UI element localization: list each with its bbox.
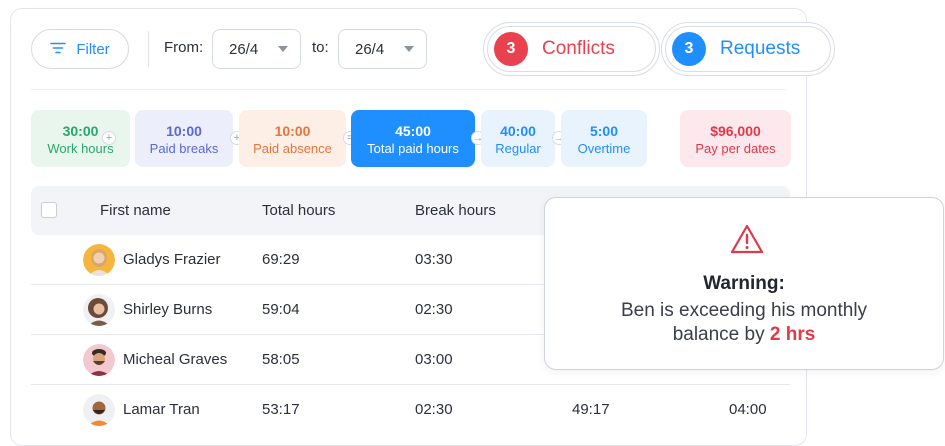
stat-label: Total paid hours bbox=[367, 140, 459, 156]
employee-name: Micheal Graves bbox=[123, 351, 228, 368]
stat-pay-per-dates: $96,000 Pay per dates bbox=[680, 110, 791, 167]
column-header-break-hours[interactable]: Break hours bbox=[415, 202, 496, 219]
warning-title: Warning: bbox=[703, 273, 785, 294]
stat-label: Overtime bbox=[577, 140, 631, 156]
filter-label: Filter bbox=[76, 40, 110, 58]
conflicts-label: Conflicts bbox=[542, 38, 615, 59]
table-row[interactable]: Lamar Tran 53:17 02:30 49:17 04:00 bbox=[31, 385, 790, 435]
stat-label: Paid absence bbox=[253, 140, 332, 156]
select-all-checkbox[interactable] bbox=[41, 202, 57, 218]
avatar bbox=[83, 244, 115, 276]
conflicts-count: 3 bbox=[494, 32, 528, 66]
plus-operator: + bbox=[102, 131, 116, 145]
break-hours: 02:30 bbox=[415, 301, 453, 318]
requests-label: Requests bbox=[720, 38, 801, 59]
stat-label: Pay per dates bbox=[695, 140, 776, 156]
conflicts-button[interactable]: 3 Conflicts bbox=[487, 26, 656, 72]
stat-paid-absence: 10:00 Paid absence bbox=[239, 110, 346, 167]
requests-button[interactable]: 3 Requests bbox=[665, 26, 831, 72]
chevron-down-icon bbox=[278, 46, 288, 52]
warning-message-line1: Ben is exceeding his monthly bbox=[620, 300, 868, 321]
stat-value: 5:00 bbox=[589, 122, 619, 139]
chevron-down-icon bbox=[404, 46, 414, 52]
employee-name: Lamar Tran bbox=[123, 401, 200, 418]
from-label: From: bbox=[164, 39, 204, 56]
warning-message-prefix: balance by bbox=[672, 324, 765, 345]
filter-button[interactable]: Filter bbox=[31, 29, 129, 69]
total-hours: 69:29 bbox=[262, 251, 300, 268]
break-hours: 02:30 bbox=[415, 401, 453, 418]
avatar bbox=[83, 294, 115, 326]
to-date-value: 26/4 bbox=[355, 40, 385, 58]
stat-label: Regular bbox=[495, 140, 541, 156]
stat-overtime: 5:00 Overtime bbox=[561, 110, 647, 167]
avatar bbox=[83, 344, 115, 376]
break-hours: 03:00 bbox=[415, 351, 453, 368]
total-hours: 58:05 bbox=[262, 351, 300, 368]
stat-value: 10:00 bbox=[166, 122, 202, 139]
total-hours: 59:04 bbox=[262, 301, 300, 318]
employee-name: Gladys Frazier bbox=[123, 251, 221, 268]
stat-value: 40:00 bbox=[500, 122, 536, 139]
filter-icon bbox=[50, 41, 67, 58]
from-date-select[interactable]: 26/4 bbox=[212, 29, 301, 69]
warning-message-line2: balance by 2 hrs bbox=[545, 323, 943, 347]
stat-value: 10:00 bbox=[274, 122, 311, 139]
stat-paid-breaks: 10:00 Paid breaks bbox=[135, 110, 233, 167]
stat-value: 30:00 bbox=[62, 122, 99, 139]
toolbar: Filter From: 26/4 to: 26/4 3 Conflicts 3… bbox=[11, 9, 835, 89]
from-date-value: 26/4 bbox=[229, 40, 259, 58]
avatar bbox=[83, 394, 115, 426]
requests-pill: 3 Requests bbox=[661, 22, 835, 76]
to-date-select[interactable]: 26/4 bbox=[338, 29, 427, 69]
stat-value: 45:00 bbox=[395, 122, 431, 139]
requests-count: 3 bbox=[672, 32, 706, 66]
divider bbox=[148, 31, 149, 67]
warning-message: Ben is exceeding his monthly balance by … bbox=[545, 299, 943, 347]
stat-label: Paid breaks bbox=[149, 140, 219, 156]
overtime-hours: 04:00 bbox=[729, 401, 767, 418]
warning-triangle-icon bbox=[730, 224, 764, 259]
warning-popover: Warning: Ben is exceeding his monthly ba… bbox=[544, 197, 944, 370]
regular-hours: 49:17 bbox=[572, 401, 610, 418]
employee-name: Shirley Burns bbox=[123, 301, 213, 318]
break-hours: 03:30 bbox=[415, 251, 453, 268]
warning-highlight: 2 hrs bbox=[769, 324, 816, 345]
stat-regular: 40:00 Regular bbox=[481, 110, 555, 167]
to-label: to: bbox=[312, 39, 329, 56]
column-header-total-hours[interactable]: Total hours bbox=[262, 202, 335, 219]
divider bbox=[31, 89, 786, 90]
total-hours: 53:17 bbox=[262, 401, 300, 418]
conflicts-pill: 3 Conflicts bbox=[483, 22, 660, 76]
stat-total-paid-hours: 45:00 Total paid hours bbox=[351, 110, 475, 167]
stat-value: $96,000 bbox=[710, 122, 761, 139]
column-header-first-name[interactable]: First name bbox=[100, 202, 171, 219]
